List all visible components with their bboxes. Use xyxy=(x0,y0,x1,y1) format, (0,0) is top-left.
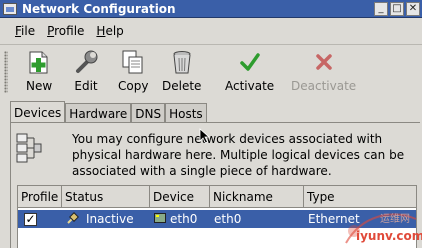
status-cell: Inactive xyxy=(66,210,134,228)
checkmark-icon xyxy=(237,49,263,75)
x-icon xyxy=(311,49,337,75)
menu-file[interactable]: File xyxy=(9,24,41,38)
copy-icon xyxy=(120,49,146,75)
copy-button[interactable]: Copy xyxy=(118,49,148,95)
tab-devices[interactable]: Devices xyxy=(10,101,66,123)
window-title: Network Configuration xyxy=(22,1,176,16)
menu-bar: File Profile Help xyxy=(0,19,422,43)
info-text: You may configure network devices associ… xyxy=(72,132,405,178)
device-cell: eth0 xyxy=(154,210,197,228)
toolbar-grip[interactable] xyxy=(4,51,8,93)
column-device[interactable]: Device xyxy=(150,186,210,208)
menu-profile[interactable]: Profile xyxy=(41,24,90,38)
app-icon xyxy=(3,2,17,15)
network-devices-icon xyxy=(16,130,42,164)
menu-help[interactable]: Help xyxy=(90,24,129,38)
nickname-cell: eth0 xyxy=(214,212,242,226)
watermark-text: iyunv.com xyxy=(356,229,422,243)
profile-checkbox[interactable]: ✓ xyxy=(24,212,37,226)
column-nickname[interactable]: Nickname xyxy=(210,186,304,208)
toolbar: New Edit Copy Delete Activate Deactivate xyxy=(0,44,422,96)
title-bar: Network Configuration _ □ ✕ xyxy=(0,0,422,18)
new-icon xyxy=(26,49,52,75)
edit-button[interactable]: Edit xyxy=(73,49,99,95)
maximize-icon[interactable]: □ xyxy=(390,2,404,16)
activate-button[interactable]: Activate xyxy=(225,49,274,95)
watermark-cn: 运维网 xyxy=(380,214,410,225)
window-controls: _ □ ✕ xyxy=(374,2,420,16)
trash-icon xyxy=(169,49,195,75)
tab-dns[interactable]: DNS xyxy=(131,103,166,123)
column-profile[interactable]: Profile xyxy=(18,186,62,208)
profile-cell[interactable]: ✓ xyxy=(24,210,37,228)
device-text: eth0 xyxy=(170,212,198,226)
mouse-cursor-icon xyxy=(199,128,211,147)
tab-hosts[interactable]: Hosts xyxy=(165,103,207,123)
minimize-icon[interactable]: _ xyxy=(374,2,388,16)
tab-bar: Devices Hardware DNS Hosts xyxy=(10,101,207,123)
status-text: Inactive xyxy=(86,212,134,226)
nic-icon xyxy=(154,212,166,227)
column-status[interactable]: Status xyxy=(62,186,150,208)
new-button[interactable]: New xyxy=(26,49,52,95)
close-icon[interactable]: ✕ xyxy=(406,2,420,16)
wrench-icon xyxy=(73,49,99,75)
inactive-plug-icon xyxy=(66,211,80,228)
deactivate-button[interactable]: Deactivate xyxy=(291,49,356,95)
delete-button[interactable]: Delete xyxy=(162,49,201,95)
tab-hardware[interactable]: Hardware xyxy=(65,103,132,123)
